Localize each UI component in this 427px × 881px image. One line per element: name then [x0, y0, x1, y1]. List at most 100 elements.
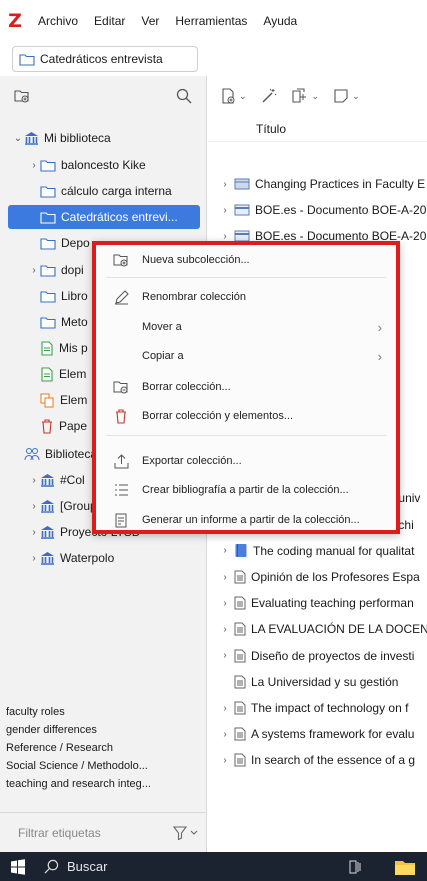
tag-item[interactable]: faculty roles [6, 703, 206, 721]
taskbar-search[interactable]: Buscar [44, 859, 107, 874]
item-row[interactable]: › LA EVALUACIÓN DE LA DOCEN [208, 617, 427, 641]
expand-toggle-icon[interactable]: › [216, 598, 234, 609]
context-menu-item-5[interactable]: Borrar colección y elementos... [96, 403, 396, 429]
windows-start-icon[interactable] [10, 858, 26, 875]
menu-editar[interactable]: Editar [86, 14, 133, 28]
collection-label: Biblioteca [45, 447, 98, 461]
taskbar-search-label: Buscar [67, 859, 108, 874]
column-header-title[interactable]: Título [208, 116, 427, 142]
expand-toggle-icon[interactable]: › [28, 265, 40, 276]
item-row[interactable]: › Changing Practices in Faculty E [208, 172, 427, 196]
search-icon[interactable] [176, 88, 192, 104]
collection-0[interactable]: ⌄ Mi biblioteca [8, 126, 200, 150]
doc-icon [234, 675, 246, 689]
context-menu-item-1[interactable]: Renombrar colección [96, 284, 396, 310]
item-row[interactable]: › Diseño de proyectos de investi [208, 644, 427, 668]
tag-filter-input[interactable]: Filtrar etiquetas [18, 826, 101, 840]
folder-icon [40, 264, 56, 277]
tag-item[interactable]: gender differences [6, 721, 206, 739]
expand-toggle-icon[interactable]: › [216, 650, 234, 661]
context-menu-item-0[interactable]: Nueva subcolección... [96, 247, 396, 273]
item-title: The impact of technology on f [251, 701, 409, 715]
context-menu-label: Borrar colección... [142, 381, 231, 393]
collection-label: Mi biblioteca [44, 131, 111, 145]
context-menu-label: Borrar colección y elementos... [142, 410, 294, 422]
context-menu-item-8[interactable]: Generar un informe a partir de la colecc… [96, 507, 396, 533]
expand-toggle-icon[interactable]: › [28, 475, 40, 486]
context-menu-item-7[interactable]: Crear bibliografía a partir de la colecc… [96, 477, 396, 503]
expand-toggle-icon[interactable]: › [28, 160, 40, 171]
file-icon [40, 366, 54, 382]
menu-ver[interactable]: Ver [133, 14, 167, 28]
expand-toggle-icon[interactable]: › [28, 501, 40, 512]
collections-toolbar [0, 76, 206, 116]
collection-label: Libro [61, 289, 88, 303]
library-icon [40, 499, 55, 513]
doc-icon [234, 649, 246, 663]
item-row[interactable]: › BOE.es - Documento BOE-A-20 [208, 198, 427, 222]
context-menu-item-3[interactable]: Copiar a › [96, 343, 396, 369]
expand-toggle-icon[interactable]: › [216, 545, 234, 556]
list-icon [106, 483, 136, 497]
library-icon [40, 525, 55, 539]
item-title: BOE.es - Documento BOE-A-20 [255, 203, 427, 218]
filter-icon[interactable] [173, 825, 198, 840]
expand-toggle-icon[interactable]: › [216, 703, 234, 714]
collection-label: cálculo carga interna [61, 184, 172, 198]
item-row[interactable]: › In search of the essence of a g [208, 748, 427, 772]
tab-library[interactable]: Catedráticos entrevista [12, 46, 198, 72]
tag-item[interactable]: Social Science / Methodolo... [6, 757, 206, 775]
item-row[interactable]: › The coding manual for qualitat [208, 539, 427, 563]
item-title: Changing Practices in Faculty E [255, 177, 426, 191]
task-view-icon[interactable] [348, 860, 362, 874]
menu-herramientas[interactable]: Herramientas [167, 14, 255, 28]
collection-label: Catedráticos entrevi... [61, 210, 178, 224]
menu-separator [106, 435, 386, 436]
context-menu-item-4[interactable]: Borrar colección... [96, 374, 396, 400]
folder-icon [40, 290, 56, 303]
context-menu-label: Copiar a [142, 350, 184, 362]
collection-3[interactable]: Catedráticos entrevi... [8, 205, 200, 229]
item-row[interactable]: › The impact of technology on f [208, 696, 427, 720]
menu-ayuda[interactable]: Ayuda [255, 14, 305, 28]
library-icon [24, 131, 39, 145]
expand-toggle-icon[interactable]: › [216, 179, 234, 190]
item-row[interactable]: La Universidad y su gestión [208, 670, 427, 694]
context-menu-label: Mover a [142, 321, 182, 333]
tab-label: Catedráticos entrevista [40, 52, 163, 66]
item-row[interactable]: › Opinión de los Profesores Espa [208, 565, 427, 589]
submenu-arrow-icon: › [377, 319, 382, 335]
expand-toggle-icon[interactable]: › [216, 624, 234, 635]
context-menu-item-2[interactable]: Mover a › [96, 314, 396, 340]
doc-icon [234, 570, 246, 584]
folder-icon [40, 316, 56, 329]
expand-toggle-icon[interactable]: › [216, 729, 234, 740]
new-item-icon[interactable]: ⌄ [220, 88, 247, 104]
collection-16[interactable]: › Waterpolo [8, 546, 200, 570]
magic-wand-icon[interactable] [261, 88, 277, 104]
expand-toggle-icon[interactable]: › [216, 572, 234, 583]
tag-item[interactable]: teaching and research integ... [6, 775, 206, 793]
expand-toggle-icon[interactable]: › [28, 527, 40, 538]
item-row[interactable]: › A systems framework for evalu [208, 722, 427, 746]
collection-1[interactable]: › baloncesto Kike [8, 153, 200, 177]
expand-toggle-icon[interactable]: › [216, 755, 234, 766]
attachment-icon[interactable]: ⌄ [291, 88, 319, 104]
context-menu-item-6[interactable]: Exportar colección... [96, 448, 396, 474]
collection-2[interactable]: cálculo carga interna [8, 179, 200, 203]
menu-archivo[interactable]: Archivo [30, 14, 86, 28]
context-menu-label: Nueva subcolección... [142, 254, 250, 266]
note-icon[interactable]: ⌄ [333, 88, 360, 104]
tag-item[interactable]: Reference / Research [6, 739, 206, 757]
file-explorer-icon[interactable] [394, 858, 416, 876]
expand-toggle-icon[interactable]: ⌄ [12, 133, 24, 144]
expand-toggle-icon[interactable]: › [28, 553, 40, 564]
doc-icon [234, 701, 246, 715]
new-collection-icon[interactable] [14, 89, 30, 103]
tag-filter[interactable]: Filtrar etiquetas [0, 812, 206, 852]
duplicate-icon [40, 393, 55, 408]
context-menu-label: Exportar colección... [142, 455, 242, 467]
items-toolbar: ⌄ ⌄ ⌄ [208, 76, 427, 116]
item-row[interactable]: › Evaluating teaching performan [208, 591, 427, 615]
expand-toggle-icon[interactable]: › [216, 205, 234, 216]
